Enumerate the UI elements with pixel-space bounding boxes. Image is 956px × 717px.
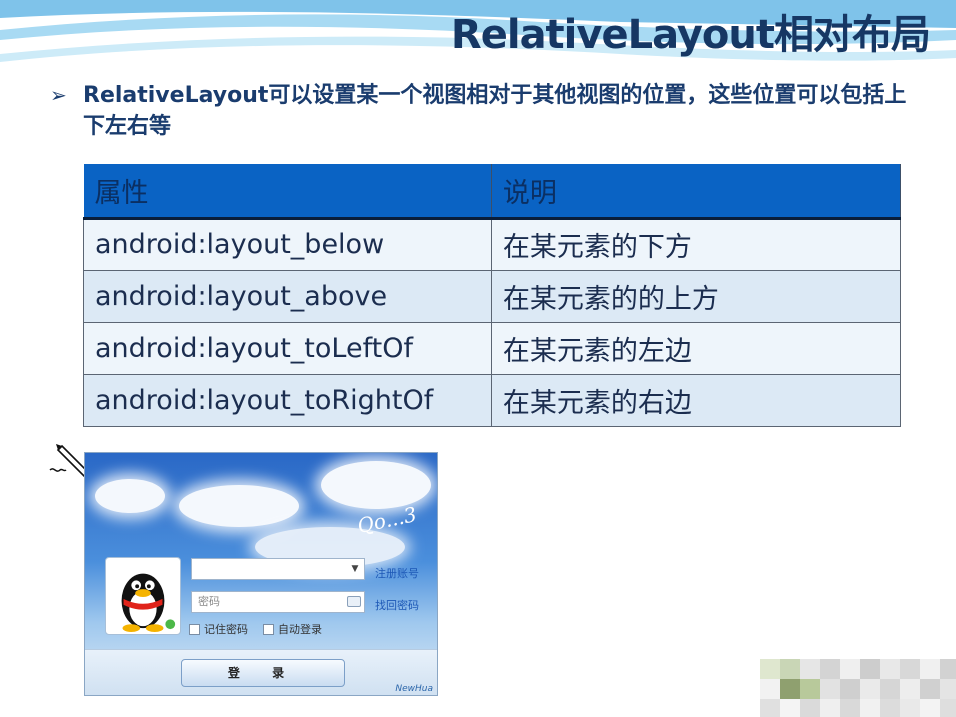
table-row: android:layout_toLeftOf 在某元素的左边 [83,321,902,375]
recover-password-link[interactable]: 找回密码 [375,597,419,613]
attr-cell: android:layout_below [83,217,492,271]
remember-password-label: 记住密码 [204,623,248,636]
avatar [105,557,181,635]
checkbox-box[interactable] [189,623,200,635]
keyboard-icon[interactable] [347,596,361,607]
cloud [179,485,299,527]
login-screenshot: Qo...3 ▼ 密码 注册账号 找回密码 记住密码 自动登录 登 录 NewH… [84,452,438,696]
cloud [95,479,165,513]
attr-cell: android:layout_toRightOf [83,373,492,427]
desc-cell: 在某元素的下方 [490,217,902,271]
bullet-text: RelativeLayout可以设置某一个视图相对于其他视图的位置，这些位置可以… [83,83,907,139]
table-header-row: 属性 说明 [83,164,902,220]
auto-login-label: 自动登录 [278,623,322,636]
header-attribute: 属性 [83,164,492,220]
account-input[interactable]: ▼ [191,558,365,580]
desc-cell: 在某元素的的上方 [490,269,902,323]
penguin-avatar-icon [121,573,176,633]
password-input[interactable]: 密码 [191,591,365,613]
slide-title: RelativeLayout相对布局 [450,12,931,58]
login-bar: 登 录 NewHua [85,649,437,695]
login-button[interactable]: 登 录 [181,659,345,687]
attribute-table: 属性 说明 android:layout_below 在某元素的下方 andro… [83,164,902,427]
attr-cell: android:layout_toLeftOf [83,321,492,375]
register-link[interactable]: 注册账号 [375,565,419,581]
auto-login-checkbox[interactable]: 自动登录 [263,621,322,637]
attr-cell: android:layout_above [83,269,492,323]
brand-watermark: NewHua [395,684,433,694]
table-row: android:layout_toRightOf 在某元素的右边 [83,373,902,427]
header-description: 说明 [491,164,902,220]
pixel-mosaic [760,659,956,717]
bullet-point: ➢ RelativeLayout可以设置某一个视图相对于其他视图的位置，这些位置… [50,80,920,142]
password-placeholder: 密码 [198,595,220,608]
desc-cell: 在某元素的左边 [490,321,902,375]
table-row: android:layout_below 在某元素的下方 [83,217,902,271]
table-row: android:layout_above 在某元素的的上方 [83,269,902,323]
chevron-down-icon[interactable]: ▼ [346,559,364,579]
cloud [321,461,431,509]
checkbox-box[interactable] [263,623,274,635]
desc-cell: 在某元素的右边 [490,373,902,427]
remember-password-checkbox[interactable]: 记住密码 [189,621,248,637]
arrow-bullet-icon: ➢ [50,83,67,107]
